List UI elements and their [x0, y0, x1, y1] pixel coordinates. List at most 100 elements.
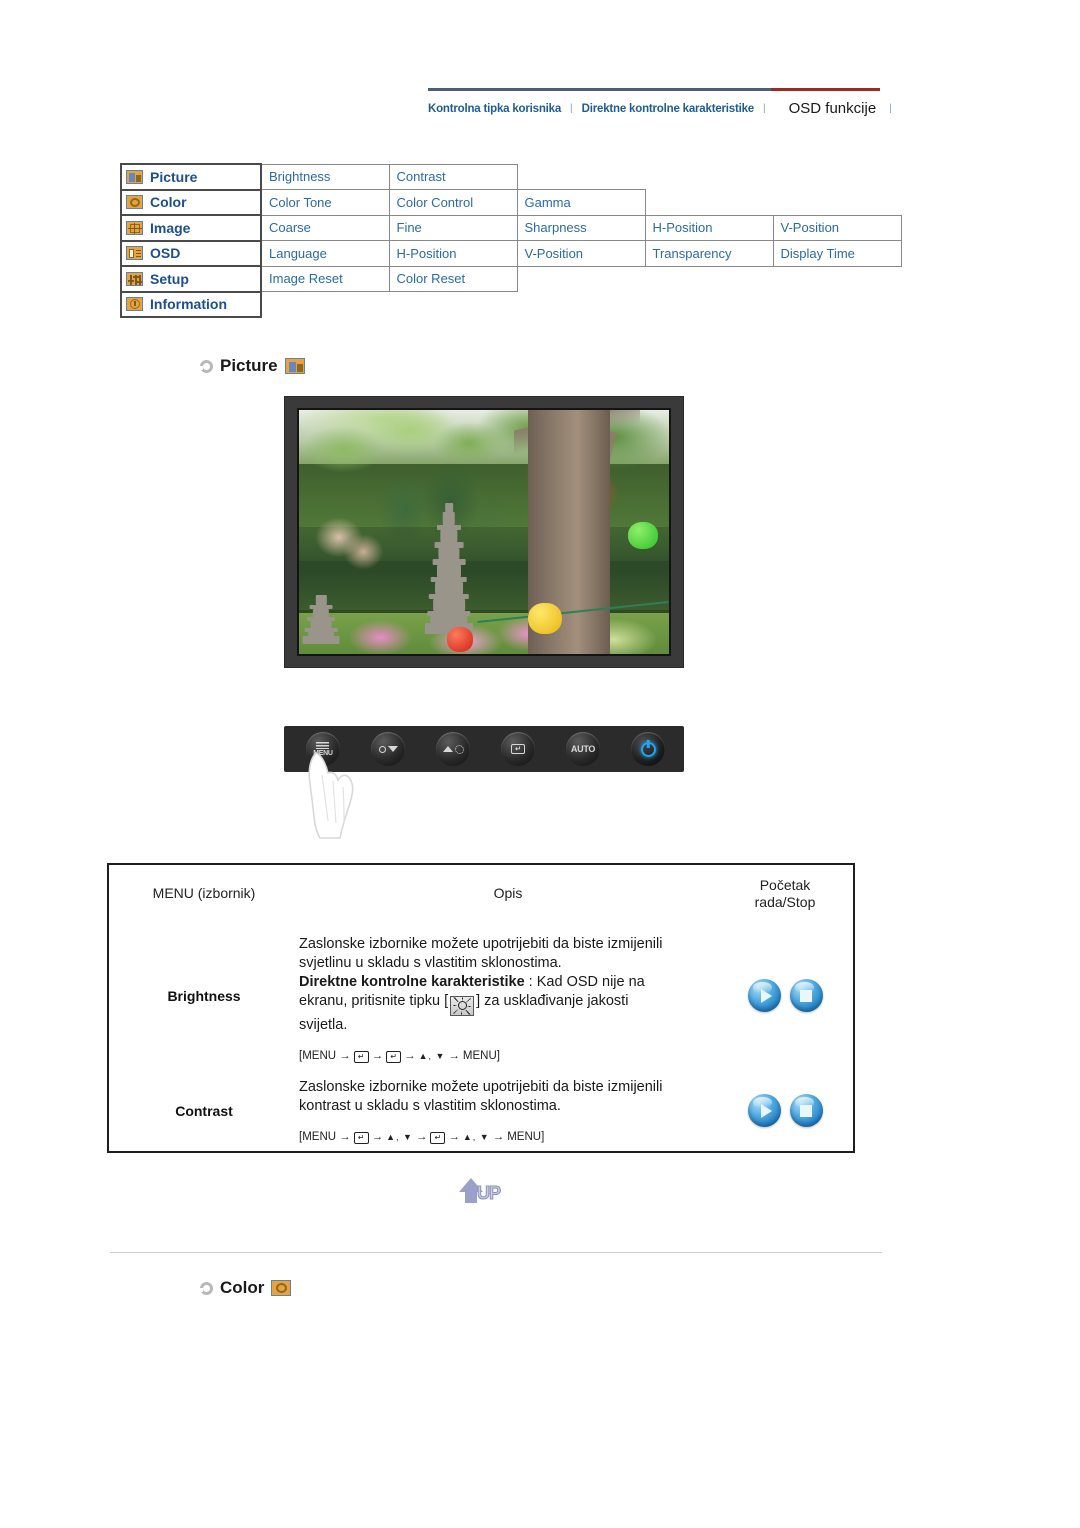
- menu-item-color-control[interactable]: Color Control: [388, 189, 518, 216]
- scroll-up-button[interactable]: UP: [457, 1176, 517, 1212]
- row-label-contrast: Contrast: [175, 1102, 233, 1119]
- down-adjust-button[interactable]: [371, 732, 405, 766]
- updown-keys: ▲, ▼: [462, 1131, 490, 1142]
- brightness-icon: [442, 744, 464, 754]
- row-label-cell: Brightness: [109, 923, 299, 1068]
- empty-cell: [517, 292, 645, 318]
- updown-keys: ▲, ▼: [386, 1131, 413, 1142]
- play-button[interactable]: [747, 1094, 781, 1127]
- desc-line: Direktne kontrolne karakteristike : Kad …: [299, 973, 717, 992]
- picture-icon: [284, 358, 305, 374]
- auto-button[interactable]: AUTO: [566, 732, 600, 766]
- up-arrow-stem: [465, 1192, 477, 1203]
- row-controls-contrast: [717, 1068, 853, 1153]
- empty-cell: [389, 292, 517, 318]
- section-heading-color: Color: [200, 1278, 292, 1298]
- brightness-button[interactable]: [436, 732, 470, 766]
- menu-category-osd[interactable]: OSD: [120, 239, 262, 267]
- menu-item-h-position[interactable]: H-Position: [644, 214, 774, 241]
- enter-key-icon: ↵: [353, 1131, 369, 1144]
- empty-cell: [517, 266, 645, 292]
- menu-category-information[interactable]: Information: [120, 290, 262, 318]
- row-description-brightness: Zaslonske izbornike možete upotrijebiti …: [299, 923, 717, 1068]
- menu-button[interactable]: MENU: [306, 732, 340, 766]
- menu-item-fine[interactable]: Fine: [388, 214, 518, 241]
- stop-button[interactable]: [789, 1094, 823, 1127]
- pagoda-small: [302, 595, 340, 645]
- monitor-preview: [284, 396, 684, 668]
- page-title: Picture: [220, 356, 278, 375]
- empty-cell: [773, 190, 901, 216]
- menu-item-contrast[interactable]: Contrast: [388, 163, 518, 190]
- menu-item-display-time[interactable]: Display Time: [772, 240, 902, 267]
- menu-item-sharpness[interactable]: Sharpness: [516, 214, 646, 241]
- menu-item-brightness[interactable]: Brightness: [260, 163, 390, 190]
- enter-icon: ↵: [511, 744, 525, 754]
- bullet-ring-icon: [200, 1281, 213, 1295]
- bullet-ring-icon: [200, 359, 213, 373]
- menu-item-gamma[interactable]: Gamma: [516, 189, 646, 216]
- menu-category-image[interactable]: Image: [120, 214, 262, 242]
- header-description: Opis: [493, 885, 523, 902]
- stop-button[interactable]: [789, 979, 823, 1012]
- menu-category-label: Information: [150, 296, 227, 313]
- table-row: Color Color Tone Color Control Gamma: [120, 188, 901, 216]
- nav-separator: |: [570, 103, 573, 114]
- brightness-icon: [450, 995, 475, 1016]
- stop-icon: [800, 989, 812, 1002]
- header-start-line1: Početak: [759, 876, 811, 893]
- desc-line-post: ] za usklađivanje jakosti: [476, 993, 629, 1010]
- enter-key-icon: ↵: [353, 1050, 369, 1063]
- table-row-brightness: Brightness Zaslonske izbornike možete up…: [109, 923, 853, 1068]
- osd-menu-map-table: Picture Brightness Contrast Color Color …: [120, 163, 902, 318]
- garden-photo: [299, 410, 669, 654]
- table-header-row: MENU (izbornik) Opis Početak rada/Stop: [109, 865, 853, 923]
- top-navigation: Kontrolna tipka korisnika | Direktne kon…: [428, 88, 892, 122]
- auto-label: AUTO: [570, 744, 596, 754]
- empty-cell: [645, 266, 773, 292]
- play-button[interactable]: [747, 979, 781, 1012]
- menu-item-coarse[interactable]: Coarse: [260, 214, 390, 241]
- desc-line: svjetlinu u skladu s vlastitim sklonosti…: [299, 955, 562, 972]
- menu-icon: MENU: [313, 741, 333, 757]
- menu-category-picture[interactable]: Picture: [120, 163, 262, 191]
- enter-button[interactable]: ↵: [501, 732, 535, 766]
- down-arrow-icon: [378, 745, 398, 753]
- play-icon: [760, 1103, 772, 1118]
- desc-line-with-icon: ekranu, pritisnite tipku [] za usklađiva…: [299, 992, 717, 1016]
- osd-icon: [126, 246, 143, 261]
- key-sequence-contrast: [MENU → ↵ → ▲, ▼ → ↵ → ▲, ▼ → MENU]: [299, 1131, 545, 1144]
- menu-item-v-position[interactable]: V-Position: [772, 214, 902, 241]
- information-icon: [126, 297, 143, 312]
- picture-icon: [126, 169, 143, 184]
- header-start-line2: rada/Stop: [754, 894, 816, 910]
- empty-cell: [773, 266, 901, 292]
- key-sequence-brightness: [MENU → ↵ → ↵ → ▲, ▼ → MENU]: [299, 1050, 500, 1063]
- menu-item-color-reset[interactable]: Color Reset: [388, 265, 518, 292]
- nav-item-osd-functions[interactable]: OSD funkcije: [775, 96, 877, 122]
- power-button[interactable]: [631, 732, 665, 766]
- desc-line: Zaslonske izbornike možete upotrijebiti …: [299, 936, 663, 952]
- menu-item-osd-v-position[interactable]: V-Position: [516, 240, 646, 267]
- row-controls-brightness: [717, 923, 853, 1068]
- setup-icon: [126, 271, 143, 286]
- pagoda-large: [424, 502, 473, 635]
- table-row: Image Coarse Fine Sharpness H-Position V…: [120, 214, 902, 242]
- menu-item-osd-h-position[interactable]: H-Position: [388, 240, 518, 267]
- menu-category-color[interactable]: Color: [120, 188, 262, 216]
- menu-category-setup[interactable]: Setup: [120, 265, 262, 293]
- empty-cell: [517, 164, 645, 190]
- row-label-cell: Contrast: [109, 1068, 299, 1153]
- menu-category-label: Image: [150, 219, 191, 236]
- menu-category-label: Setup: [150, 270, 189, 287]
- menu-item-image-reset[interactable]: Image Reset: [260, 265, 390, 292]
- section-divider: [110, 1252, 882, 1253]
- menu-item-language[interactable]: Language: [260, 240, 390, 267]
- menu-item-color-tone[interactable]: Color Tone: [260, 189, 390, 216]
- nav-item-direct-functions[interactable]: Direktne kontrolne karakteristike: [582, 96, 755, 122]
- menu-item-transparency[interactable]: Transparency: [644, 240, 774, 267]
- nav-item-user-control[interactable]: Kontrolna tipka korisnika: [428, 96, 561, 122]
- menu-category-label: OSD: [150, 245, 181, 262]
- color-icon: [126, 195, 143, 210]
- empty-cell: [773, 164, 901, 190]
